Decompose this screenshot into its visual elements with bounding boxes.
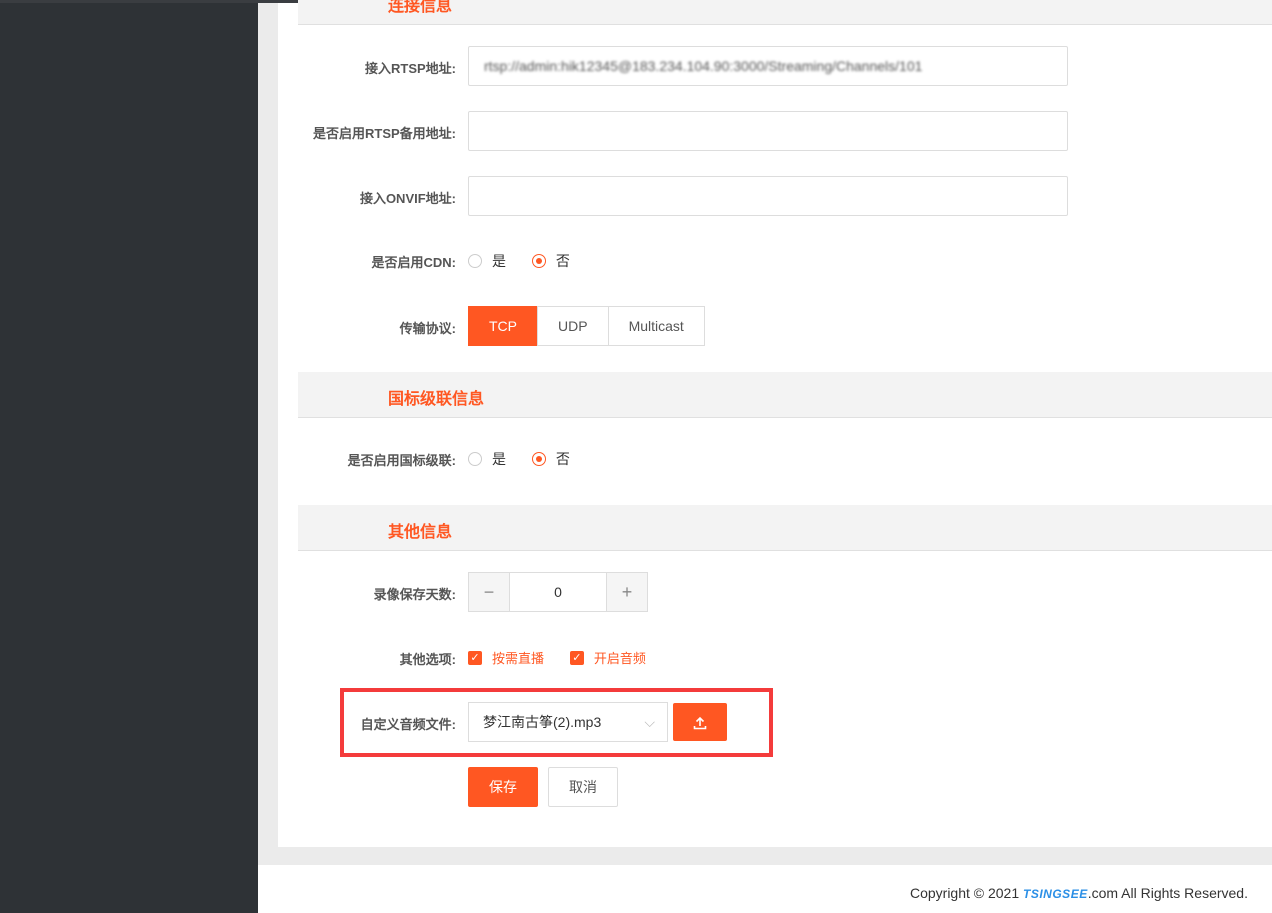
section-header-other: 其他信息 <box>298 505 1272 551</box>
radio-circle-checked <box>531 452 546 466</box>
cancel-button[interactable]: 取消 <box>548 767 618 807</box>
rtsp-backup-input[interactable] <box>468 111 1068 151</box>
gb-radio-no[interactable]: 否 <box>531 449 570 469</box>
record-days-row: 录像保存天数: − 0 + <box>298 572 1272 612</box>
protocol-row: 传输协议: TCP UDP Multicast <box>298 306 1272 346</box>
rtsp-value: rtsp://admin:hik12345@183.234.104.90:300… <box>484 58 923 74</box>
checkbox-on-demand[interactable]: ✓ 按需直播 <box>468 648 544 667</box>
checkbox-label: 按需直播 <box>492 651 545 666</box>
section-header-gb: 国标级联信息 <box>298 372 1272 418</box>
copyright-prefix: Copyright © 2021 <box>909 885 1024 901</box>
radio-circle-checked <box>531 254 546 268</box>
radio-circle <box>468 254 482 268</box>
cdn-label: 是否启用CDN: <box>371 255 457 270</box>
rtsp-input[interactable]: rtsp://admin:hik12345@183.234.104.90:300… <box>468 46 1068 86</box>
rtsp-backup-row: 是否启用RTSP备用地址: <box>298 111 1272 151</box>
radio-label: 否 <box>555 253 570 269</box>
radio-label: 否 <box>555 451 570 467</box>
check-icon: ✓ <box>569 650 584 665</box>
protocol-tcp[interactable]: TCP <box>468 306 538 346</box>
other-options-label: 其他选项: <box>399 652 456 667</box>
other-options-row: 其他选项: ✓ 按需直播 ✓ 开启音频 <box>298 637 1272 677</box>
rtsp-row: 接入RTSP地址: rtsp://admin:hik12345@183.234.… <box>298 46 1272 86</box>
onvif-row: 接入ONVIF地址: <box>298 176 1272 216</box>
record-days-input[interactable]: 0 <box>509 573 607 611</box>
radio-circle <box>468 452 482 466</box>
cdn-radio-yes[interactable]: 是 <box>468 251 506 271</box>
check-icon: ✓ <box>468 650 482 665</box>
checkbox-label: 开启音频 <box>593 651 646 666</box>
actions-row: 保存 取消 <box>298 767 1272 807</box>
copyright-suffix: .com All Rights Reserved. <box>1087 885 1248 901</box>
section-title: 国标级联信息 <box>388 391 485 408</box>
record-days-label: 录像保存天数: <box>373 587 456 602</box>
plus-button[interactable]: + <box>607 573 647 611</box>
tsingsee-logo: TSINGSEE <box>1023 887 1088 901</box>
gb-radio-yes[interactable]: 是 <box>468 449 506 469</box>
footer: Copyright © 2021 TSINGSEE.com All Rights… <box>258 865 1272 913</box>
radio-label: 是 <box>492 253 506 269</box>
section-title: 其他信息 <box>388 524 453 541</box>
minus-button[interactable]: − <box>469 573 509 611</box>
cdn-row: 是否启用CDN: 是 否 <box>298 240 1272 280</box>
protocol-multicast[interactable]: Multicast <box>607 306 705 346</box>
gb-row: 是否启用国标级联: 是 否 <box>298 438 1272 478</box>
highlight-box <box>340 688 773 757</box>
protocol-button-group: TCP UDP Multicast <box>468 306 705 346</box>
protocol-label: 传输协议: <box>399 321 456 336</box>
record-days-stepper: − 0 + <box>468 572 648 612</box>
cdn-radio-no[interactable]: 否 <box>531 251 570 271</box>
rtsp-backup-label: 是否启用RTSP备用地址: <box>312 126 456 141</box>
sidebar <box>0 0 258 913</box>
gb-label: 是否启用国标级联: <box>347 453 456 468</box>
onvif-label: 接入ONVIF地址: <box>359 191 456 206</box>
protocol-udp[interactable]: UDP <box>537 306 609 346</box>
radio-label: 是 <box>492 451 506 467</box>
rtsp-label: 接入RTSP地址: <box>364 61 456 76</box>
onvif-input[interactable] <box>468 176 1068 216</box>
save-button[interactable]: 保存 <box>468 767 538 807</box>
section-header-connection: 连接信息 <box>298 0 1272 25</box>
copyright: Copyright © 2021 TSINGSEE.com All Rights… <box>910 885 1248 901</box>
section-title: 连接信息 <box>388 0 453 15</box>
checkbox-enable-audio[interactable]: ✓ 开启音频 <box>569 648 646 667</box>
